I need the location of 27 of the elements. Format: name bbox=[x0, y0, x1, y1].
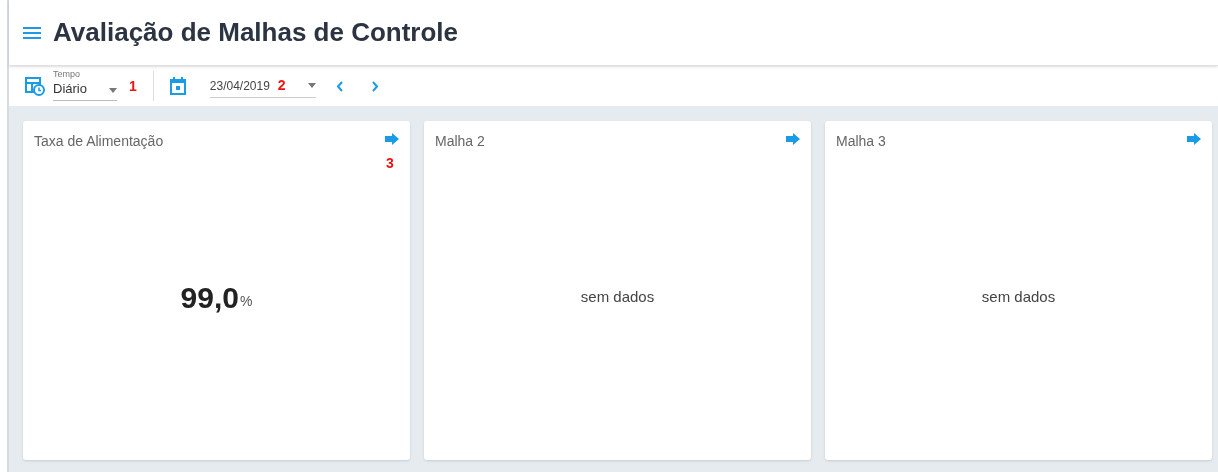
annotation-marker: 2 bbox=[277, 76, 286, 95]
card-title: Malha 3 bbox=[836, 132, 886, 151]
caret-icon bbox=[109, 88, 117, 93]
card-title: Malha 2 bbox=[435, 132, 485, 151]
open-button[interactable] bbox=[786, 133, 800, 145]
annotation-marker: 1 bbox=[129, 76, 137, 96]
period-dropdown[interactable]: Tempo Diário bbox=[53, 71, 117, 101]
menu-icon[interactable] bbox=[23, 25, 41, 40]
arrow-right-icon bbox=[1187, 133, 1201, 145]
annotation-marker: 3 bbox=[386, 154, 394, 173]
open-button[interactable] bbox=[385, 133, 399, 145]
card-title: Taxa de Alimentação bbox=[34, 132, 164, 151]
unit-label: % bbox=[239, 292, 253, 311]
chevron-right-icon bbox=[372, 80, 380, 92]
chevron-left-icon bbox=[336, 80, 344, 92]
calendar-icon[interactable] bbox=[169, 77, 186, 95]
field-label: Tempo bbox=[53, 68, 80, 81]
metric-value: 99,0 bbox=[180, 280, 239, 316]
open-button[interactable] bbox=[1187, 133, 1201, 145]
arrow-right-icon bbox=[786, 133, 800, 145]
arrow-right-icon bbox=[385, 133, 399, 145]
page-title: Avaliação de Malhas de Controle bbox=[53, 16, 459, 49]
no-data-message: sem dados bbox=[580, 287, 655, 308]
no-data-message: sem dados bbox=[981, 287, 1056, 308]
calendar-clock-icon bbox=[25, 76, 45, 96]
caret-icon bbox=[307, 83, 316, 88]
date-field[interactable]: 23/04/2019 2 bbox=[209, 74, 316, 98]
